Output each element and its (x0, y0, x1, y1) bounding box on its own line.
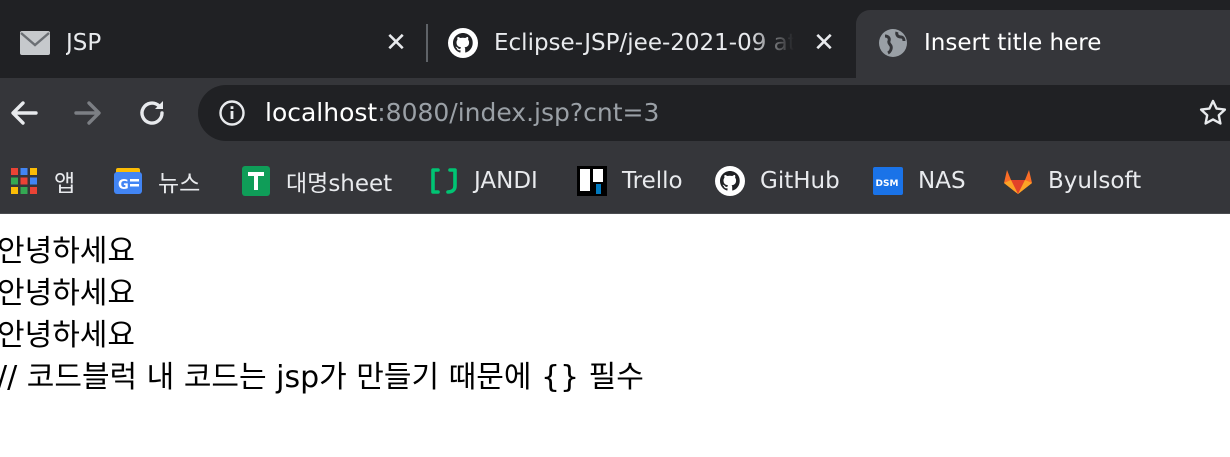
apps-grid-icon (8, 165, 40, 197)
tab-strip: JSP ✕ Eclipse-JSP/jee-2021-09 at master … (0, 0, 1230, 78)
tab-title: Insert title here (924, 30, 1102, 56)
bookmark-label: JANDI (474, 168, 538, 194)
greeting-line: 안녕하세요 (0, 234, 135, 269)
greeting-line: 안녕하세요 (0, 276, 135, 311)
trello-icon (576, 165, 608, 197)
bookmark-label: Trello (622, 168, 683, 194)
forward-button[interactable] (70, 95, 106, 131)
bookmark-nas[interactable]: DSM NAS (872, 161, 966, 201)
bookmark-apps[interactable]: 앱 (8, 161, 75, 201)
bookmark-label: 뉴스 (158, 171, 201, 197)
google-news-icon: G (112, 165, 144, 197)
url-host: localhost (265, 98, 378, 127)
bookmark-label: NAS (918, 168, 966, 194)
arrow-left-icon (11, 101, 38, 125)
svg-text:DSM: DSM (876, 179, 899, 189)
close-icon[interactable]: ✕ (810, 29, 838, 57)
tab-jsp[interactable]: JSP ✕ (18, 8, 418, 78)
greeting-line: 안녕하세요 (0, 318, 135, 353)
tab-title: Eclipse-JSP/jee-2021-09 at master (494, 30, 794, 56)
gitlab-icon (1002, 165, 1034, 197)
back-button[interactable] (6, 95, 42, 131)
dsm-icon: DSM (872, 165, 904, 197)
tab-insert-title[interactable]: Insert title here (876, 8, 1230, 78)
jandi-icon (428, 165, 460, 197)
info-icon[interactable] (218, 99, 246, 127)
bookmark-github[interactable]: GitHub (714, 161, 840, 201)
reload-icon (140, 101, 164, 125)
reload-button[interactable] (134, 95, 170, 131)
github-icon (714, 165, 746, 197)
comment-line: // 코드블럭 내 코드는 jsp가 만들기 때문에 {} 필수 (0, 360, 644, 395)
tab-title: JSP (66, 30, 102, 56)
bookmark-trello[interactable]: Trello (576, 161, 683, 201)
bookmark-star-icon[interactable] (1198, 98, 1228, 128)
globe-icon (876, 26, 910, 60)
close-icon[interactable]: ✕ (382, 29, 410, 57)
google-sheets-icon (240, 165, 272, 197)
bookmark-label: 앱 (54, 171, 76, 197)
bookmark-label: 대명sheet (286, 171, 393, 197)
address-bar[interactable]: localhost:8080/index.jsp?cnt=3 (198, 85, 1230, 141)
browser-toolbar: localhost:8080/index.jsp?cnt=3 (0, 78, 1230, 148)
svg-text:G: G (118, 178, 129, 193)
bookmark-label: GitHub (760, 168, 840, 194)
github-icon (446, 26, 480, 60)
tab-separator (426, 24, 428, 62)
mail-icon (18, 26, 52, 60)
bookmark-byulsoft[interactable]: Byulsoft (1002, 161, 1141, 201)
arrow-right-icon (74, 101, 101, 125)
tab-github[interactable]: Eclipse-JSP/jee-2021-09 at master ✕ (446, 8, 846, 78)
bookmark-sheet[interactable]: 대명sheet (240, 161, 392, 201)
url-path: :8080/index.jsp?cnt=3 (377, 98, 660, 127)
bookmark-jandi[interactable]: JANDI (428, 161, 538, 201)
bookmark-news[interactable]: G 뉴스 (112, 161, 200, 201)
page-content: 안녕하세요 안녕하세요 안녕하세요 // 코드블럭 내 코드는 jsp가 만들기… (0, 233, 1230, 401)
bookmarks-bar: 앱 G 뉴스 대명sheet JANDI Trello GitHub DSM N (0, 148, 1230, 214)
url-text[interactable]: localhost:8080/index.jsp?cnt=3 (265, 98, 659, 127)
bookmark-label: Byulsoft (1048, 168, 1142, 194)
